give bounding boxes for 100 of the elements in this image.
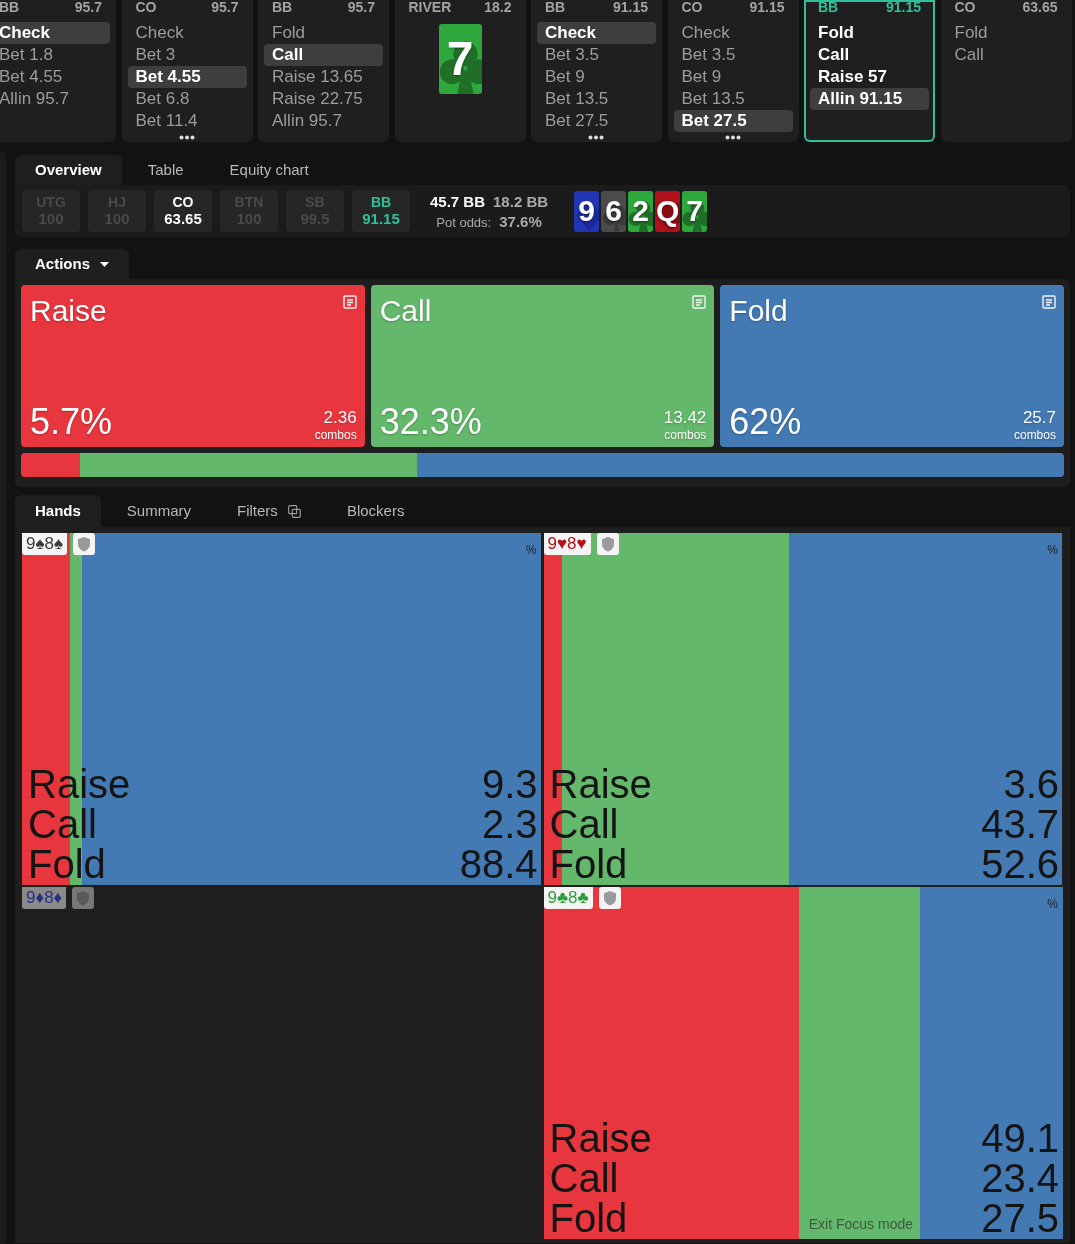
action-option[interactable]: Raise 22.75 [264, 88, 383, 110]
more-icon[interactable] [588, 135, 604, 140]
action-frequency: 43.7 [981, 804, 1059, 844]
board-card: 2 [628, 190, 654, 232]
tab[interactable]: Equity chart [209, 155, 329, 185]
action-option[interactable]: Bet 11.4 [127, 110, 247, 132]
more-icon[interactable] [724, 135, 741, 140]
hand-label: 9♣8♣ [543, 887, 593, 909]
hand-label: 9♦8♦ [22, 887, 67, 909]
position-box[interactable]: BB 91.15 [352, 190, 410, 232]
board-card: 9 [574, 190, 600, 232]
combo-count: 13.42 [663, 408, 707, 428]
action-option[interactable]: Call [946, 44, 1066, 66]
action-option[interactable]: Bet 13.5 [537, 88, 656, 110]
bet-size: 18.2 BB [493, 192, 549, 210]
action-option[interactable]: Bet 9 [537, 66, 656, 88]
action-option[interactable]: Check [537, 22, 656, 44]
action-option[interactable]: Bet 13.5 [673, 88, 793, 110]
shield-icon[interactable] [73, 533, 95, 555]
tab[interactable]: Blockers [326, 495, 425, 527]
stack-size: 63.65 [1022, 0, 1058, 17]
board-card: 7 [682, 190, 708, 232]
tab[interactable]: Hands [15, 495, 101, 527]
actions-dropdown[interactable]: Actions [15, 249, 129, 279]
combo-count: 25.7 [1022, 408, 1056, 428]
shield-icon[interactable] [598, 887, 621, 909]
action-name: Fold [549, 1198, 628, 1238]
action-frequency: 23.4 [981, 1158, 1059, 1198]
stack-size: 91.15 [749, 0, 785, 17]
action-name: Raise [30, 294, 107, 328]
position-label: BB [272, 0, 293, 17]
position-label: CO [681, 0, 703, 17]
action-option[interactable]: Bet 3.5 [537, 44, 656, 66]
action-name: Call [549, 1158, 619, 1198]
action-option[interactable]: Bet 9 [673, 66, 793, 88]
position-name: BB [370, 194, 392, 210]
action-option[interactable]: Check [673, 22, 793, 44]
action-option[interactable]: Call [264, 44, 383, 66]
position-box[interactable]: CO 63.65 [154, 190, 212, 232]
pot-odds-value: 37.6% [499, 212, 542, 230]
percent-toggle[interactable]: % [1047, 543, 1058, 557]
note-icon[interactable] [342, 295, 357, 309]
exit-focus-mode-button[interactable]: Exit Focus mode [808, 1216, 913, 1232]
combo-count: 2.36 [323, 408, 357, 428]
action-option[interactable]: Fold [946, 22, 1066, 44]
action-frequency: 62% [729, 402, 802, 442]
position-label: CO [954, 0, 976, 17]
tab[interactable]: Filters [217, 495, 321, 527]
action-frequency: 88.4 [459, 844, 538, 884]
action-option[interactable]: Fold [264, 22, 383, 44]
action-card[interactable]: Fold 62% 25.7 combos [720, 285, 1064, 447]
position-label: BB [818, 0, 839, 17]
percent-toggle[interactable]: % [525, 543, 537, 557]
action-option[interactable]: Bet 4.55 [0, 66, 110, 88]
pot-size: 18.2 [484, 0, 512, 17]
stack-size: 95.7 [211, 0, 239, 17]
action-option[interactable]: Bet 27.5 [673, 110, 793, 132]
action-name: Call [379, 294, 432, 328]
action-option[interactable]: Bet 6.8 [127, 88, 247, 110]
action-option[interactable]: Bet 4.55 [127, 66, 247, 88]
position-stack: 63.65 [164, 210, 202, 228]
stack-size: 95.7 [74, 0, 102, 17]
combos-label: combos [314, 428, 357, 442]
pot-odds-label: Pot odds: [436, 214, 492, 230]
tab[interactable]: Table [127, 155, 204, 185]
action-option[interactable]: Allin 91.15 [810, 88, 929, 110]
action-option[interactable]: Bet 1.8 [0, 44, 110, 66]
note-icon[interactable] [692, 295, 707, 309]
stack-size: 91.15 [612, 0, 648, 17]
action-name: Raise [28, 764, 131, 804]
action-frequency: 52.6 [981, 844, 1059, 884]
shield-icon[interactable] [596, 533, 619, 555]
action-option[interactable]: Fold [810, 22, 929, 44]
hand-label: 9♠8♠ [22, 533, 67, 555]
action-card[interactable]: Raise 5.7% 2.36 combos [21, 285, 365, 447]
action-option[interactable]: Check [0, 22, 110, 44]
more-icon[interactable] [178, 135, 195, 140]
hand-label: 9♥8♥ [543, 533, 591, 555]
position-label: BB [0, 0, 20, 17]
action-option[interactable]: Bet 3 [127, 44, 247, 66]
action-option[interactable]: Call [810, 44, 929, 66]
shield-icon[interactable] [72, 887, 95, 909]
action-option[interactable]: Check [127, 22, 247, 44]
note-icon[interactable] [1042, 295, 1056, 309]
position-label: BB [545, 0, 566, 17]
action-option[interactable]: Bet 3.5 [673, 44, 793, 66]
action-frequency: 2.3 [481, 804, 538, 844]
position-name: CO [172, 194, 194, 210]
action-frequency: 49.1 [981, 1118, 1059, 1158]
stack-size: 91.15 [885, 0, 921, 17]
action-name: Raise [549, 1118, 652, 1158]
percent-toggle[interactable]: % [1047, 897, 1058, 911]
copy-icon [287, 504, 301, 518]
tab[interactable]: Overview [15, 155, 122, 185]
combos-label: combos [664, 428, 707, 442]
tab[interactable]: Summary [106, 495, 212, 527]
action-option[interactable]: Bet 27.5 [537, 110, 656, 132]
action-option[interactable]: Allin 95.7 [264, 110, 383, 132]
action-option[interactable]: Raise 13.65 [264, 66, 383, 88]
action-option[interactable]: Raise 57 [810, 66, 929, 88]
